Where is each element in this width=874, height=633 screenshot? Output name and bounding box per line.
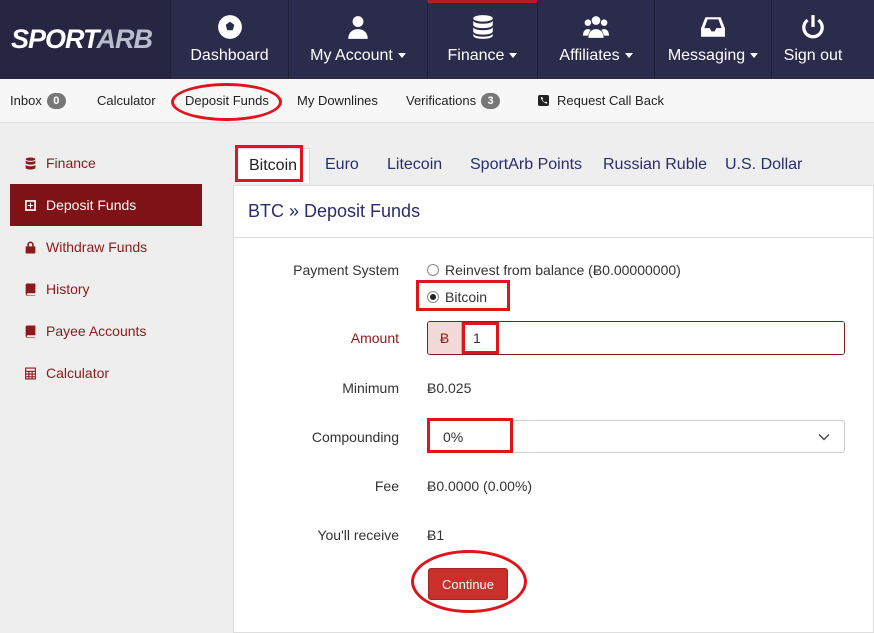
panel-title: BTC » Deposit Funds	[234, 186, 873, 238]
subnav-my-downlines-label: My Downlines	[297, 93, 378, 108]
subnav-deposit-funds-label: Deposit Funds	[185, 93, 269, 108]
radio-bitcoin[interactable]: Bitcoin	[427, 289, 487, 305]
users-icon	[583, 16, 609, 38]
tab-sportarb-points[interactable]: SportArb Points	[470, 156, 582, 174]
nav-sign-out-label: Sign out	[783, 47, 843, 64]
fee-label: Fee	[374, 478, 399, 494]
soccer-ball-icon	[217, 15, 242, 39]
tab-label: Litecoin	[387, 156, 443, 173]
sidebar-item-label: Deposit Funds	[46, 197, 137, 213]
book-icon	[25, 325, 36, 338]
sportarb-logo[interactable]: SPORTARB	[0, 0, 170, 79]
receive-label: You'll receive	[317, 527, 399, 543]
nav-finance-label: Finance	[447, 47, 505, 64]
subnav-verifications-label: Verifications	[406, 93, 477, 108]
book-icon	[25, 283, 36, 296]
database-icon	[472, 15, 493, 39]
calculator-icon	[25, 367, 36, 379]
nav-dashboard-label: Dashboard	[190, 47, 269, 64]
nav-dashboard[interactable]: Dashboard	[170, 0, 288, 79]
chevron-down-icon	[818, 434, 830, 441]
nav-finance[interactable]: Finance	[427, 0, 537, 79]
compounding-select[interactable]: 0%	[427, 420, 845, 453]
radio-button[interactable]	[427, 264, 439, 276]
radio-bitcoin-label: Bitcoin	[445, 289, 488, 305]
compounding-row: Compounding 0%	[234, 420, 874, 453]
continue-row: Continue	[234, 568, 874, 600]
tab-litecoin[interactable]: Litecoin	[387, 156, 442, 174]
radio-button-selected[interactable]	[427, 291, 439, 303]
nav-affiliates-label: Affiliates	[559, 47, 620, 64]
minimum-label: Minimum	[342, 380, 399, 396]
sub-navbar: Inbox 0 Calculator Deposit Funds My Down…	[0, 79, 874, 123]
top-navbar: SPORTARB Dashboard My Account Finance Af…	[0, 0, 874, 79]
tab-euro[interactable]: Euro	[325, 156, 359, 174]
bitcoin-symbol-addon: Ƀ	[428, 322, 462, 354]
database-icon	[25, 157, 36, 169]
sidebar-item-history[interactable]: History	[10, 268, 202, 310]
sidebar-item-deposit-funds[interactable]: Deposit Funds	[10, 184, 202, 226]
radio-reinvest-label: Reinvest from balance (Ƀ0.00000000)	[445, 262, 681, 278]
sidebar-item-label: Finance	[46, 155, 96, 171]
amount-input[interactable]	[462, 322, 844, 354]
tab-label: Euro	[325, 156, 359, 173]
compounding-selected-value: 0%	[443, 428, 464, 445]
sidebar-item-payee-accounts[interactable]: Payee Accounts	[10, 310, 202, 352]
caret-down-icon	[750, 53, 759, 59]
tab-russian-ruble[interactable]: Russian Ruble	[603, 156, 707, 174]
sidebar-item-calculator[interactable]: Calculator	[10, 352, 202, 394]
minimum-value: Ƀ0.025	[427, 380, 472, 396]
caret-down-icon	[624, 53, 633, 59]
lock-icon	[25, 241, 36, 253]
tab-label: Bitcoin	[249, 157, 298, 174]
phone-icon	[538, 95, 549, 106]
power-icon	[802, 15, 824, 39]
sidebar-item-label: Withdraw Funds	[46, 239, 148, 255]
finance-sidebar: Finance Deposit Funds Withdraw Funds His…	[10, 142, 202, 394]
nav-my-account[interactable]: My Account	[288, 0, 427, 79]
subnav-verifications[interactable]: Verifications 3	[406, 92, 501, 109]
nav-messaging-label: Messaging	[667, 47, 746, 64]
plus-square-icon	[25, 199, 36, 211]
compounding-label: Compounding	[311, 429, 399, 445]
caret-down-icon	[509, 53, 518, 59]
payment-system-label: Payment System	[293, 262, 399, 278]
subnav-request-call-back-label: Request Call Back	[557, 93, 664, 108]
sidebar-item-withdraw-funds[interactable]: Withdraw Funds	[10, 226, 202, 268]
sidebar-item-label: History	[46, 281, 90, 297]
sidebar-item-label: Payee Accounts	[46, 323, 147, 339]
subnav-my-downlines[interactable]: My Downlines	[297, 93, 378, 108]
caret-down-icon	[397, 53, 406, 59]
tab-us-dollar[interactable]: U.S. Dollar	[725, 156, 802, 174]
subnav-calculator-label: Calculator	[97, 93, 156, 108]
fee-value: Ƀ0.0000 (0.00%)	[427, 478, 533, 494]
subnav-request-call-back[interactable]: Request Call Back	[538, 93, 664, 108]
inbox-icon	[701, 17, 725, 37]
subnav-calculator[interactable]: Calculator	[97, 93, 156, 108]
continue-button[interactable]: Continue	[428, 568, 508, 600]
radio-reinvest[interactable]: Reinvest from balance (Ƀ0.00000000)	[427, 262, 681, 278]
receive-value: Ƀ1	[427, 527, 445, 543]
nav-sign-out[interactable]: Sign out	[771, 0, 854, 79]
tab-label: SportArb Points	[470, 156, 583, 173]
verifications-count-badge: 3	[481, 92, 501, 109]
amount-input-group: Ƀ	[427, 321, 845, 355]
subnav-inbox-label: Inbox	[10, 93, 42, 108]
amount-row: Amount Ƀ	[234, 321, 874, 355]
nav-messaging[interactable]: Messaging	[654, 0, 771, 79]
subnav-inbox[interactable]: Inbox 0	[10, 92, 66, 109]
subnav-deposit-funds[interactable]: Deposit Funds	[185, 93, 269, 108]
tab-label: Russian Ruble	[603, 156, 708, 173]
amount-label: Amount	[350, 330, 399, 346]
sidebar-item-finance[interactable]: Finance	[10, 142, 202, 184]
user-icon	[348, 16, 368, 39]
tab-label: U.S. Dollar	[725, 156, 803, 173]
sidebar-item-label: Calculator	[46, 365, 110, 381]
nav-affiliates[interactable]: Affiliates	[537, 0, 654, 79]
inbox-count-badge: 0	[46, 92, 66, 109]
nav-my-account-label: My Account	[310, 47, 393, 64]
deposit-panel: BTC » Deposit Funds Payment System Reinv…	[233, 185, 874, 633]
tab-bitcoin[interactable]: Bitcoin	[236, 148, 311, 183]
